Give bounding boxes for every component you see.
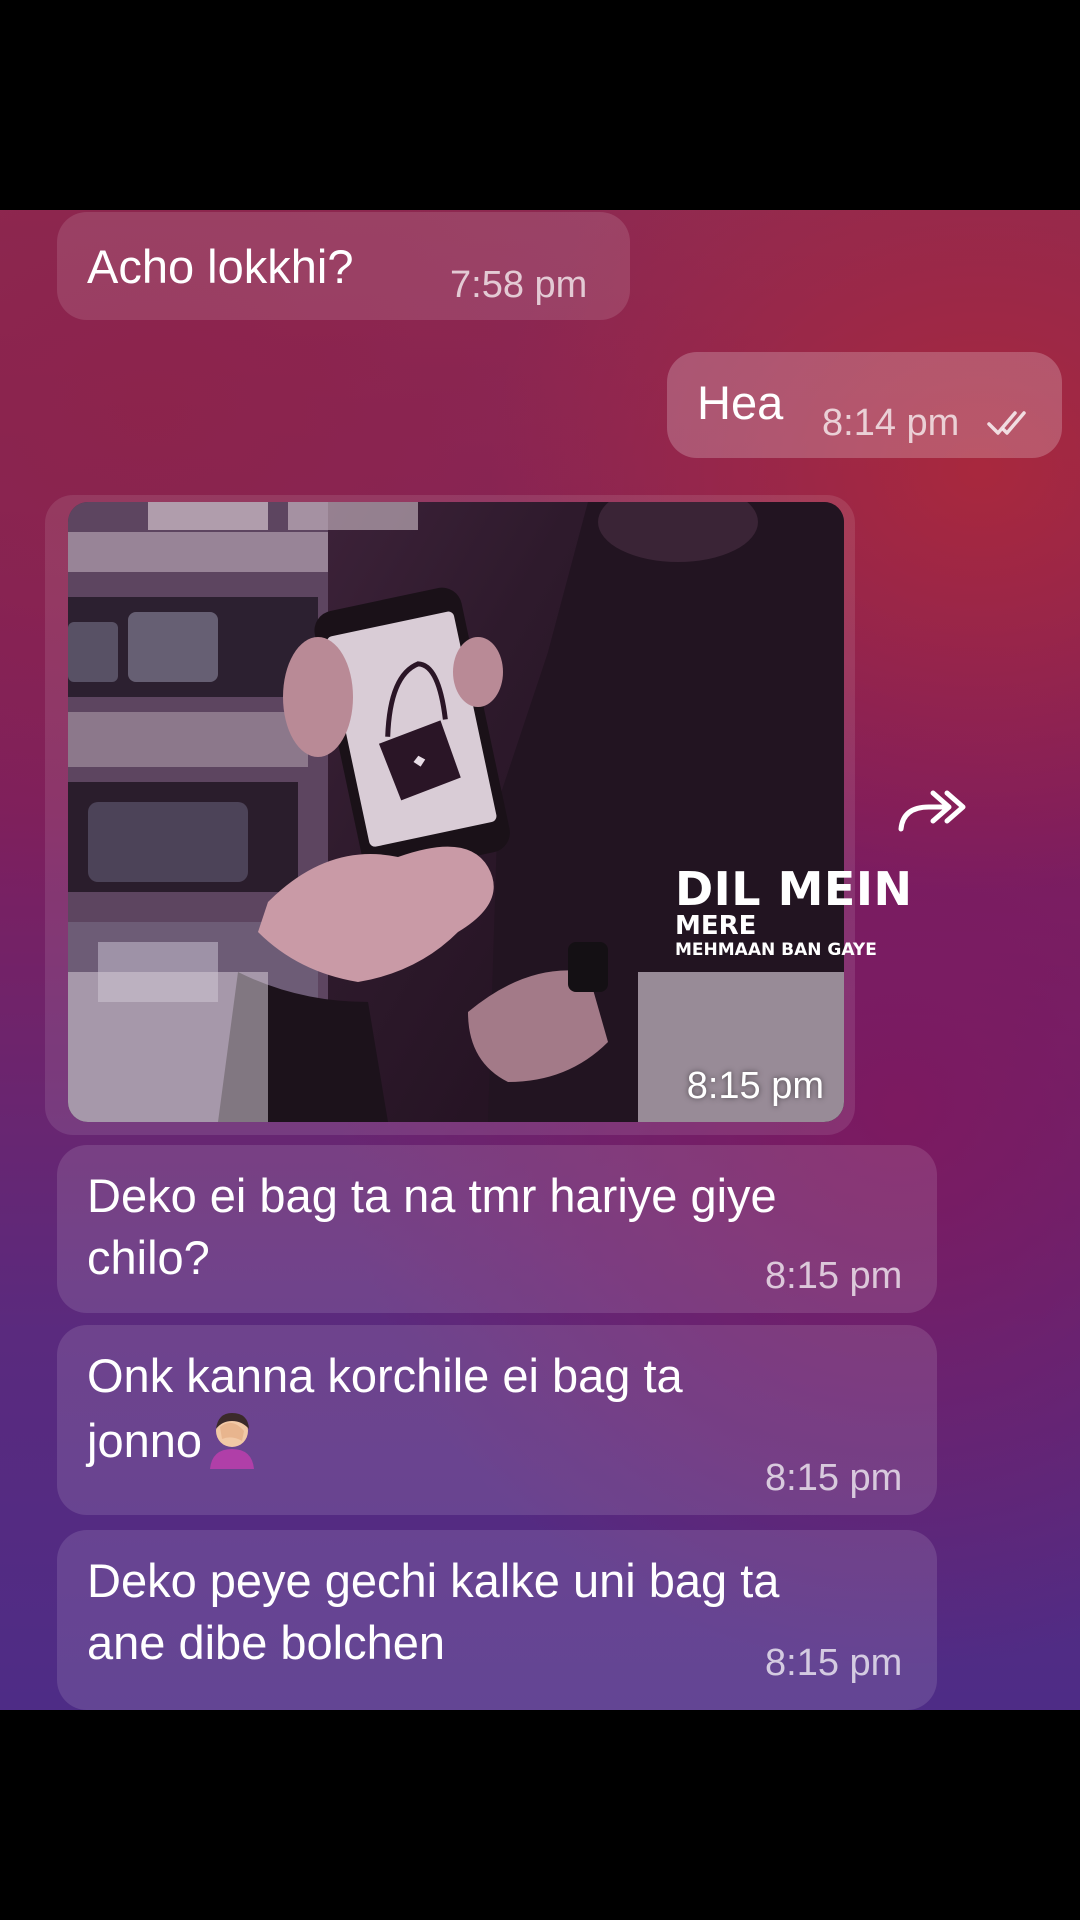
facepalm-emoji-icon — [202, 1407, 264, 1469]
lyric-line-2: MERE — [675, 911, 757, 941]
incoming-message-bubble[interactable]: Deko ei bag ta na tmr hariye giye chilo?… — [57, 1145, 937, 1313]
photo-illustration — [68, 502, 844, 1122]
chat-background: Acho lokkhi? 7:58 pm Hea 8:14 pm 8:15 pm… — [0, 210, 1080, 1710]
message-text: Acho lokkhi? — [87, 240, 354, 293]
message-text: Deko ei bag ta na tmr hariye giye chilo? — [87, 1169, 777, 1284]
message-time: 8:14 pm — [822, 402, 960, 444]
message-text-content: Onk kanna korchile ei bag ta jonno — [87, 1349, 683, 1467]
incoming-message-bubble[interactable]: Onk kanna korchile ei bag ta jonno 8:15 … — [57, 1325, 937, 1515]
lyric-overlay: DIL MEIN MERE MEHMAAN BAN GAYE — [675, 865, 912, 961]
message-time: 8:15 pm — [765, 1255, 903, 1297]
lyric-line-3: MEHMAAN BAN GAYE — [675, 940, 877, 960]
message-text: Hea — [697, 376, 784, 429]
photo-time: 8:15 pm — [686, 1065, 824, 1107]
lyric-line-1: DIL MEIN — [675, 862, 913, 916]
outgoing-message-bubble[interactable]: Hea 8:14 pm — [667, 352, 1062, 458]
message-time: 7:58 pm — [450, 264, 588, 306]
message-text: Onk kanna korchile ei bag ta jonno — [87, 1345, 683, 1472]
forward-arrow-icon[interactable] — [895, 785, 967, 837]
message-text: Deko peye gechi kalke uni bag ta ane dib… — [87, 1554, 780, 1669]
incoming-message-bubble[interactable]: Acho lokkhi? 7:58 pm — [57, 212, 630, 320]
shared-photo[interactable]: 8:15 pm — [68, 502, 844, 1122]
message-time: 8:15 pm — [765, 1642, 903, 1684]
double-check-icon — [987, 411, 1026, 435]
message-time: 8:15 pm — [765, 1457, 903, 1499]
screen: Acho lokkhi? 7:58 pm Hea 8:14 pm 8:15 pm… — [0, 0, 1080, 1920]
incoming-message-bubble[interactable]: Deko peye gechi kalke uni bag ta ane dib… — [57, 1530, 937, 1710]
